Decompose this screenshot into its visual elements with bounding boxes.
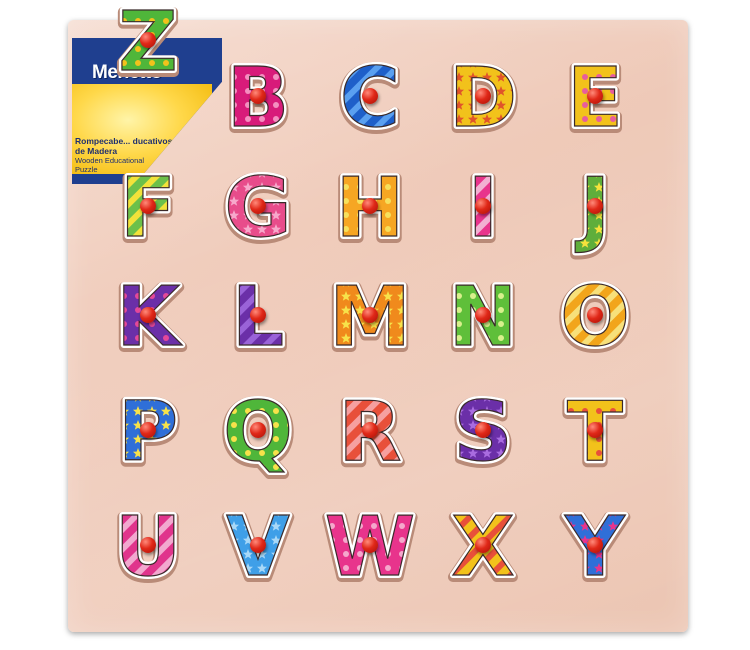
red-peg-knob[interactable] <box>587 198 603 214</box>
puzzle-piece-j[interactable]: JJJ <box>550 158 640 263</box>
red-peg-knob[interactable] <box>250 422 266 438</box>
puzzle-piece-f[interactable]: FFF <box>103 158 193 263</box>
red-peg-knob[interactable] <box>587 422 603 438</box>
red-peg-knob[interactable] <box>362 307 378 323</box>
puzzle-piece-o[interactable]: OOO <box>550 267 640 372</box>
puzzle-piece-h[interactable]: HHH <box>325 158 415 263</box>
red-peg-knob[interactable] <box>475 88 491 104</box>
puzzle-piece-l[interactable]: LLL <box>213 267 303 372</box>
red-peg-knob[interactable] <box>587 537 603 553</box>
puzzle-piece-t[interactable]: TTT <box>550 382 640 487</box>
puzzle-piece-x[interactable]: XXX <box>438 497 528 602</box>
puzzle-piece-q[interactable]: QQQ <box>213 382 303 487</box>
red-peg-knob[interactable] <box>250 307 266 323</box>
puzzle-piece-d[interactable]: DDD <box>438 48 528 153</box>
puzzle-piece-z[interactable]: ZZZ <box>103 0 193 97</box>
red-peg-knob[interactable] <box>140 537 156 553</box>
puzzle-piece-i[interactable]: III <box>438 158 528 263</box>
red-peg-knob[interactable] <box>140 422 156 438</box>
red-peg-knob[interactable] <box>475 198 491 214</box>
red-peg-knob[interactable] <box>250 198 266 214</box>
red-peg-knob[interactable] <box>587 88 603 104</box>
puzzle-piece-y[interactable]: YYY <box>550 497 640 602</box>
puzzle-piece-s[interactable]: SSS <box>438 382 528 487</box>
puzzle-piece-n[interactable]: NNN <box>438 267 528 372</box>
red-peg-knob[interactable] <box>140 32 156 48</box>
puzzle-piece-u[interactable]: UUU <box>103 497 193 602</box>
puzzle-piece-r[interactable]: RRR <box>325 382 415 487</box>
red-peg-knob[interactable] <box>140 307 156 323</box>
red-peg-knob[interactable] <box>362 422 378 438</box>
red-peg-knob[interactable] <box>475 537 491 553</box>
red-peg-knob[interactable] <box>362 88 378 104</box>
puzzle-piece-c[interactable]: CCC <box>325 48 415 153</box>
red-peg-knob[interactable] <box>587 307 603 323</box>
puzzle-piece-k[interactable]: KKK <box>103 267 193 372</box>
red-peg-knob[interactable] <box>250 537 266 553</box>
red-peg-knob[interactable] <box>475 422 491 438</box>
puzzle-piece-p[interactable]: PPP <box>103 382 193 487</box>
puzzle-piece-e[interactable]: EEE <box>550 48 640 153</box>
red-peg-knob[interactable] <box>140 198 156 214</box>
puzzle-piece-m[interactable]: MMM <box>324 267 416 372</box>
red-peg-knob[interactable] <box>362 537 378 553</box>
red-peg-knob[interactable] <box>475 307 491 323</box>
red-peg-knob[interactable] <box>362 198 378 214</box>
puzzle-piece-v[interactable]: VVV <box>213 497 303 602</box>
puzzle-piece-b[interactable]: BBB <box>213 48 303 153</box>
puzzle-piece-w[interactable]: WWW <box>320 497 420 602</box>
red-peg-knob[interactable] <box>250 88 266 104</box>
puzzle-piece-g[interactable]: GGG <box>213 158 303 263</box>
